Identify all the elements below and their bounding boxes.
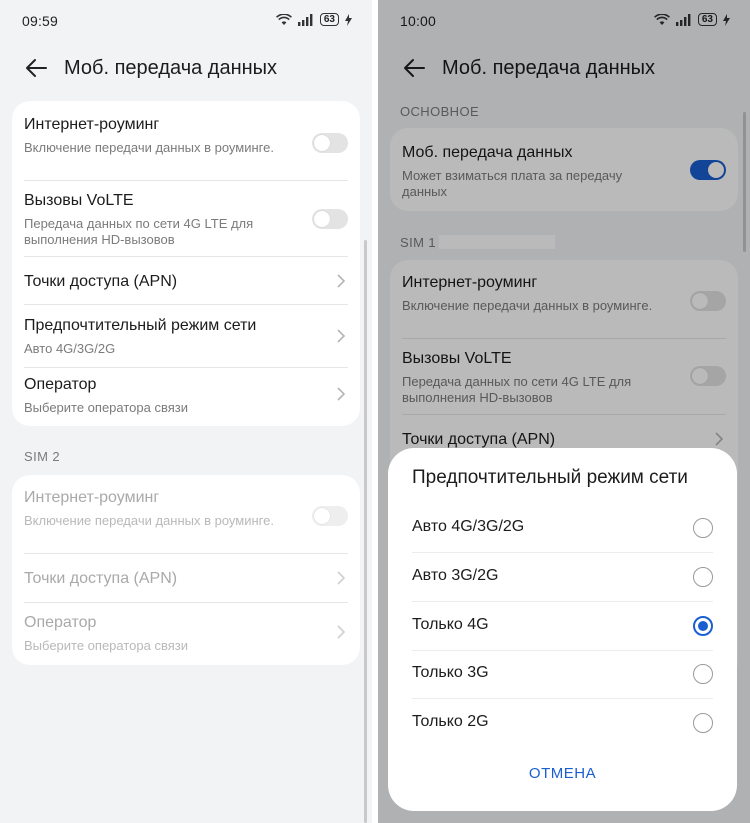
cancel-button[interactable]: ОТМЕНА <box>388 765 737 782</box>
status-bar: 09:59 63 <box>0 0 372 44</box>
sim2-settings-card: Интернет-роуминг Включение передачи данн… <box>12 475 360 665</box>
option-auto-3g2g[interactable]: Авто 3G/2G <box>388 553 737 601</box>
left-screen: 09:59 63 Моб. передача данных Интернет-р… <box>0 0 372 823</box>
battery-icon: 63 <box>319 13 339 26</box>
right-screen: 10:00 63 Моб. передача данных ОСНОВНОЕ М… <box>378 0 750 823</box>
row-title: Предпочтительный режим сети <box>24 317 257 334</box>
status-time: 09:59 <box>22 13 59 29</box>
sim2-apn-row: Точки доступа (APN) <box>12 554 360 602</box>
row-title: Точки доступа (APN) <box>24 570 178 587</box>
option-label: Только 2G <box>412 713 489 730</box>
option-only-4g[interactable]: Только 4G <box>388 602 737 650</box>
chevron-right-icon <box>337 625 346 639</box>
radio-button[interactable] <box>693 664 713 684</box>
option-only-2g[interactable]: Только 2G <box>388 699 737 747</box>
option-only-3g[interactable]: Только 3G <box>388 650 737 698</box>
row-subtitle: Передача данных по сети 4G LTE для выпол… <box>24 216 254 247</box>
sim2-section-label: SIM 2 <box>24 449 60 464</box>
row-subtitle: Выберите оператора связи <box>24 638 188 653</box>
network-mode-row[interactable]: Предпочтительный режим сети Авто 4G/3G/2… <box>12 305 360 367</box>
radio-button-selected[interactable] <box>693 616 713 636</box>
sim1-settings-card: Интернет-роуминг Включение передачи данн… <box>12 101 360 426</box>
row-subtitle: Включение передачи данных в роуминге. <box>24 140 274 155</box>
chevron-right-icon <box>337 387 346 401</box>
status-icons: 63 <box>275 13 352 26</box>
signal-icon <box>297 13 313 26</box>
option-label: Только 4G <box>412 616 489 633</box>
sim2-internet-roaming-row: Интернет-роуминг Включение передачи данн… <box>12 475 360 553</box>
radio-button[interactable] <box>693 713 713 733</box>
sim2-roaming-toggle <box>312 506 348 526</box>
row-title: Оператор <box>24 376 97 393</box>
chevron-right-icon <box>337 571 346 585</box>
option-label: Авто 3G/2G <box>412 567 499 584</box>
back-arrow-icon[interactable] <box>22 54 50 82</box>
chevron-right-icon <box>337 329 346 343</box>
sim2-operator-row: Оператор Выберите оператора связи <box>12 603 360 665</box>
scrollbar[interactable] <box>364 240 367 823</box>
charging-icon <box>345 13 352 26</box>
row-title: Оператор <box>24 614 97 631</box>
option-label: Авто 4G/3G/2G <box>412 518 525 535</box>
wifi-icon <box>275 13 292 25</box>
roaming-toggle[interactable] <box>312 133 348 153</box>
row-title: Вызовы VoLTE <box>24 192 134 209</box>
row-title: Интернет-роуминг <box>24 116 160 133</box>
apn-row[interactable]: Точки доступа (APN) <box>12 257 360 304</box>
row-subtitle: Выберите оператора связи <box>24 400 188 415</box>
radio-button[interactable] <box>693 518 713 538</box>
option-auto-4g3g2g[interactable]: Авто 4G/3G/2G <box>388 504 737 552</box>
row-subtitle: Авто 4G/3G/2G <box>24 341 116 356</box>
volte-row[interactable]: Вызовы VoLTE Передача данных по сети 4G … <box>12 181 360 256</box>
page-title: Моб. передача данных <box>64 57 278 79</box>
row-title: Интернет-роуминг <box>24 489 160 506</box>
volte-toggle[interactable] <box>312 209 348 229</box>
dialog-title: Предпочтительный режим сети <box>412 467 688 488</box>
operator-row[interactable]: Оператор Выберите оператора связи <box>12 368 360 426</box>
radio-button[interactable] <box>693 567 713 587</box>
row-subtitle: Включение передачи данных в роуминге. <box>24 513 274 528</box>
option-label: Только 3G <box>412 664 489 681</box>
chevron-right-icon <box>337 274 346 288</box>
app-bar: Моб. передача данных <box>0 52 372 88</box>
row-title: Точки доступа (APN) <box>24 273 178 290</box>
network-mode-dialog: Предпочтительный режим сети Авто 4G/3G/2… <box>388 448 737 811</box>
internet-roaming-row[interactable]: Интернет-роуминг Включение передачи данн… <box>12 101 360 180</box>
